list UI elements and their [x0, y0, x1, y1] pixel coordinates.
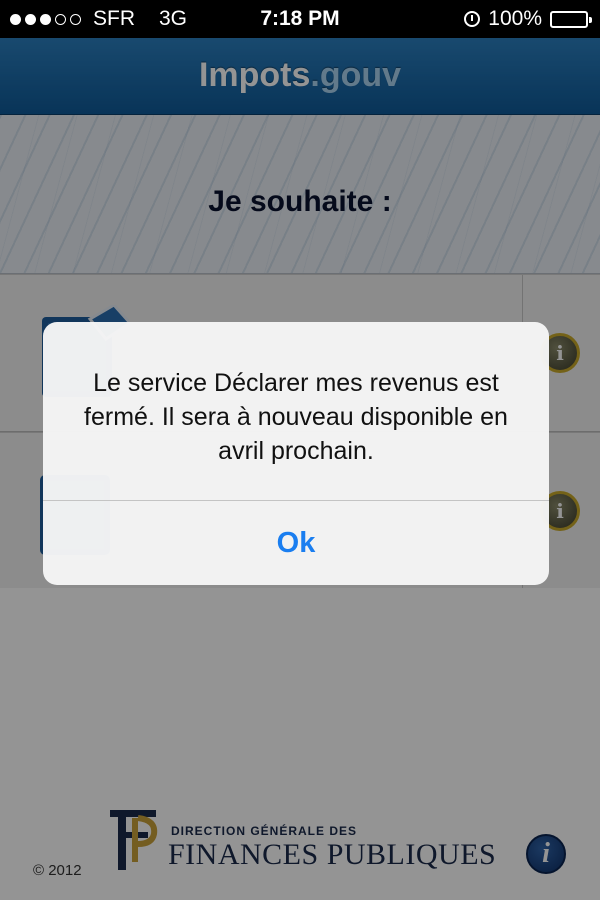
status-bar: SFR 3G 7:18 PM 100% [0, 0, 600, 38]
battery-percentage: 100% [488, 7, 542, 30]
alert-dialog: Le service Déclarer mes revenus est ferm… [43, 322, 549, 585]
app-screen: SFR 3G 7:18 PM 100% Impots.gouv Je souha… [0, 0, 600, 900]
status-right: 100% [464, 7, 592, 31]
battery-icon [550, 10, 592, 28]
alarm-icon [464, 11, 481, 27]
ok-button[interactable]: Ok [43, 501, 549, 585]
alert-message: Le service Déclarer mes revenus est ferm… [84, 369, 508, 465]
